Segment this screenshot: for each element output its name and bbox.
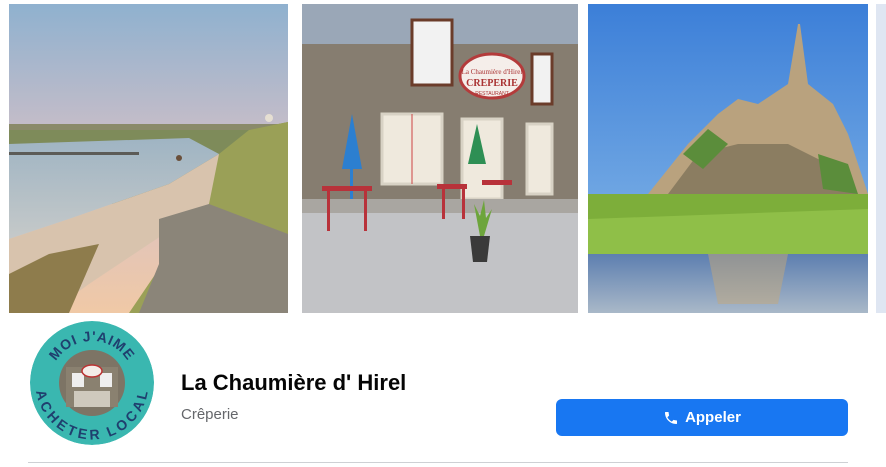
phone-icon	[663, 410, 679, 426]
page-category[interactable]: Crêperie	[181, 406, 239, 423]
header-divider	[28, 462, 848, 463]
cover-photo-beach[interactable]	[9, 4, 288, 313]
sign-restaurant: RESTAURANT	[475, 91, 509, 97]
sign-creperie: CREPERIE	[466, 78, 518, 89]
call-button[interactable]: Appeler	[556, 399, 848, 436]
cover-photo-collage[interactable]: La Chaumière d'Hirel CREPERIE RESTAURANT	[0, 0, 886, 318]
page-title: La Chaumière d' Hirel	[181, 370, 407, 395]
sign-name: La Chaumière d'Hirel	[462, 68, 523, 76]
cover-photo-next-edge	[876, 4, 886, 313]
call-button-label: Appeler	[685, 409, 741, 426]
cover-photo-restaurant[interactable]: La Chaumière d'Hirel CREPERIE RESTAURANT	[302, 4, 578, 313]
profile-avatar[interactable]: MOI J'AIME ACHETER LOCAL	[30, 321, 154, 445]
cover-photo-mont-saint-michel[interactable]	[588, 4, 868, 313]
